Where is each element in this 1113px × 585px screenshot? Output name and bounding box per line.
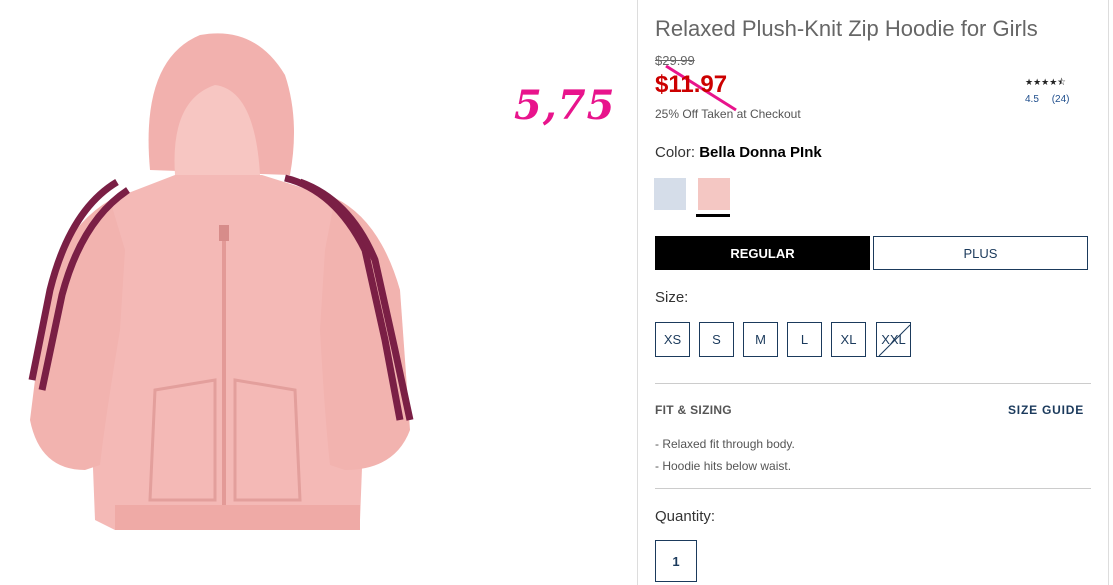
size-xxl-label: XXL <box>881 332 906 347</box>
sale-price: $11.97 <box>655 71 728 98</box>
size-s-button[interactable]: S <box>699 322 734 357</box>
swatch-light-blue[interactable] <box>654 178 686 210</box>
size-m-label: M <box>755 332 766 347</box>
product-details-panel: Relaxed Plush-Knit Zip Hoodie for Girls … <box>637 0 1109 585</box>
size-l-button[interactable]: L <box>787 322 822 357</box>
size-xl-button[interactable]: XL <box>831 322 866 357</box>
selected-swatch-indicator <box>696 214 730 217</box>
rating-score: 4.5 <box>1025 94 1039 105</box>
star-rating-icon: ★★★★⯪ <box>1025 77 1066 87</box>
size-label: Size: <box>655 289 689 306</box>
original-price: $29.99 <box>655 53 695 68</box>
size-l-label: L <box>800 332 809 347</box>
fit-sizing-heading: FIT & SIZING <box>655 403 732 417</box>
rating-summary[interactable]: ★★★★⯪ 4.5 (24) <box>1025 75 1095 105</box>
fit-regular-button[interactable]: REGULAR <box>655 236 870 270</box>
size-s-label: S <box>712 332 721 347</box>
quantity-input[interactable]: 1 <box>655 540 697 582</box>
size-xs-button[interactable]: XS <box>655 322 690 357</box>
swatch-pink[interactable] <box>698 178 730 210</box>
promo-text: 25% Off Taken at Checkout <box>655 107 801 121</box>
size-guide-link[interactable]: SIZE GUIDE <box>1008 403 1084 417</box>
size-xs-label: XS <box>663 332 682 347</box>
size-xl-label: XL <box>840 332 857 347</box>
selected-color-name: Bella Donna PInk <box>699 144 822 161</box>
fit-details-list: - Relaxed fit through body. - Hoodie hit… <box>655 433 795 477</box>
rating-line: 4.5 (24) <box>1025 94 1095 105</box>
fit-plus-button[interactable]: PLUS <box>873 236 1088 270</box>
review-count[interactable]: (24) <box>1052 94 1070 105</box>
size-m-button[interactable]: M <box>743 322 778 357</box>
fit-detail-item: - Relaxed fit through body. <box>655 437 795 451</box>
divider <box>655 383 1091 384</box>
hoodie-illustration <box>0 0 433 578</box>
size-xxl-button[interactable]: XXL <box>876 322 911 357</box>
product-title: Relaxed Plush-Knit Zip Hoodie for Girls <box>655 16 1038 41</box>
color-label-row: Color: Bella Donna PInk <box>655 144 822 161</box>
product-image <box>0 0 433 578</box>
fit-detail-item: - Hoodie hits below waist. <box>655 459 792 473</box>
quantity-label: Quantity: <box>655 508 716 525</box>
color-label: Color: <box>655 144 696 161</box>
divider <box>655 488 1091 489</box>
handwritten-price-annotation: 5,75 <box>514 82 616 129</box>
